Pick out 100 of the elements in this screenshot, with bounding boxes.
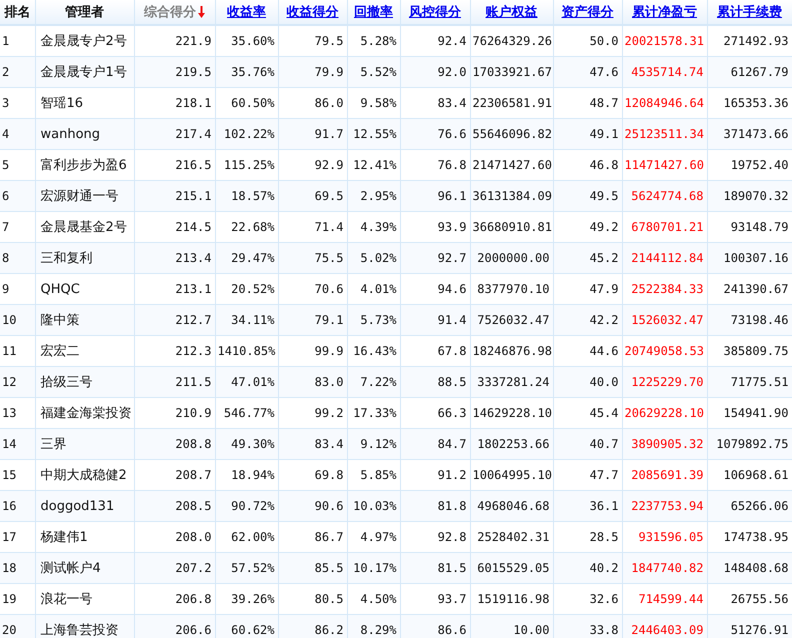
table-cell: 33.8 — [553, 614, 622, 638]
table-cell: 18.57% — [215, 180, 278, 212]
table-cell: 83.0 — [278, 366, 347, 398]
table-cell: 51276.91 — [707, 614, 792, 638]
table-cell: 215.1 — [134, 180, 215, 212]
table-cell: 83.4 — [278, 428, 347, 460]
table-cell: 49.5 — [553, 180, 622, 212]
table-cell: 1225229.70 — [622, 366, 707, 398]
table-cell: 29.47% — [215, 242, 278, 274]
rank-cell: 12 — [0, 366, 35, 398]
manager-cell: wanhong — [35, 118, 134, 150]
table-cell: 219.5 — [134, 56, 215, 88]
table-cell: 65266.06 — [707, 490, 792, 522]
table-cell: 7.22% — [347, 366, 400, 398]
table-cell: 42.2 — [553, 304, 622, 336]
table-cell: 206.6 — [134, 614, 215, 638]
rank-cell: 14 — [0, 428, 35, 460]
table-cell: 73198.46 — [707, 304, 792, 336]
table-cell: 9.12% — [347, 428, 400, 460]
table-cell: 36.1 — [553, 490, 622, 522]
manager-cell: doggod131 — [35, 490, 134, 522]
table-cell: 8.29% — [347, 614, 400, 638]
table-cell: 61267.79 — [707, 56, 792, 88]
table-cell: 79.9 — [278, 56, 347, 88]
manager-cell: 金晨晟专户1号 — [35, 56, 134, 88]
table-cell: 47.6 — [553, 56, 622, 88]
table-cell: 2446403.09 — [622, 614, 707, 638]
table-cell: 79.1 — [278, 304, 347, 336]
table-cell: 1847740.82 — [622, 552, 707, 584]
table-cell: 86.6 — [400, 614, 470, 638]
table-cell: 35.76% — [215, 56, 278, 88]
table-cell: 211.5 — [134, 366, 215, 398]
column-header: 管理者 — [65, 5, 104, 20]
table-cell: 2.95% — [347, 180, 400, 212]
table-cell: 90.72% — [215, 490, 278, 522]
table-cell: 12.55% — [347, 118, 400, 150]
rank-cell: 6 — [0, 180, 35, 212]
table-cell: 208.5 — [134, 490, 215, 522]
table-cell: 96.1 — [400, 180, 470, 212]
table-cell: 75.5 — [278, 242, 347, 274]
table-cell: 2144112.84 — [622, 242, 707, 274]
table-cell: 4535714.74 — [622, 56, 707, 88]
rank-cell: 18 — [0, 552, 35, 584]
table-cell: 60.62% — [215, 614, 278, 638]
table-cell: 10.03% — [347, 490, 400, 522]
table-cell: 1802253.66 — [470, 428, 553, 460]
table-cell: 148408.68 — [707, 552, 792, 584]
table-cell: 86.2 — [278, 614, 347, 638]
rank-cell: 10 — [0, 304, 35, 336]
table-cell: 57.52% — [215, 552, 278, 584]
table-cell: 5.52% — [347, 56, 400, 88]
table-cell: 4968046.68 — [470, 490, 553, 522]
table-cell: 34.11% — [215, 304, 278, 336]
table-cell: 40.7 — [553, 428, 622, 460]
table-cell: 213.4 — [134, 242, 215, 274]
table-cell: 5.02% — [347, 242, 400, 274]
table-cell: 69.5 — [278, 180, 347, 212]
table-cell: 49.30% — [215, 428, 278, 460]
table-cell: 212.7 — [134, 304, 215, 336]
table-cell: 71775.51 — [707, 366, 792, 398]
manager-cell: 隆中策 — [35, 304, 134, 336]
manager-cell: 上海鲁芸投资 — [35, 614, 134, 638]
table-cell: 7526032.47 — [470, 304, 553, 336]
table-cell: 10.00 — [470, 614, 553, 638]
table-cell: 17033921.67 — [470, 56, 553, 88]
table-cell: 76.6 — [400, 118, 470, 150]
table-cell: 55646096.82 — [470, 118, 553, 150]
manager-cell: 拾级三号 — [35, 366, 134, 398]
table-cell: 92.0 — [400, 56, 470, 88]
table-cell: 1079892.75 — [707, 428, 792, 460]
table-cell: 40.0 — [553, 366, 622, 398]
table-cell: 85.5 — [278, 552, 347, 584]
rank-cell: 4 — [0, 118, 35, 150]
table-cell: 10.17% — [347, 552, 400, 584]
table-cell: 217.4 — [134, 118, 215, 150]
table-cell: 81.5 — [400, 552, 470, 584]
column-header: 排名 — [4, 5, 30, 20]
table-cell: 3337281.24 — [470, 366, 553, 398]
manager-cell: 三界 — [35, 428, 134, 460]
table-cell: 189070.32 — [707, 180, 792, 212]
table-cell: 45.2 — [553, 242, 622, 274]
table-cell: 91.4 — [400, 304, 470, 336]
table-cell: 2237753.94 — [622, 490, 707, 522]
rank-cell: 16 — [0, 490, 35, 522]
table-cell: 207.2 — [134, 552, 215, 584]
table-cell: 1526032.47 — [622, 304, 707, 336]
table-cell: 371473.66 — [707, 118, 792, 150]
manager-cell: 三和复利 — [35, 242, 134, 274]
rank-cell: 20 — [0, 614, 35, 638]
table-cell: 208.8 — [134, 428, 215, 460]
table-cell: 88.5 — [400, 366, 470, 398]
table-cell: 81.8 — [400, 490, 470, 522]
manager-cell: 测试帐户4 — [35, 552, 134, 584]
table-cell: 90.6 — [278, 490, 347, 522]
rank-cell: 2 — [0, 56, 35, 88]
table-cell: 6015529.05 — [470, 552, 553, 584]
table-cell: 84.7 — [400, 428, 470, 460]
table-cell: 102.22% — [215, 118, 278, 150]
table-cell: 36131384.09 — [470, 180, 553, 212]
table-cell: 2000000.00 — [470, 242, 553, 274]
